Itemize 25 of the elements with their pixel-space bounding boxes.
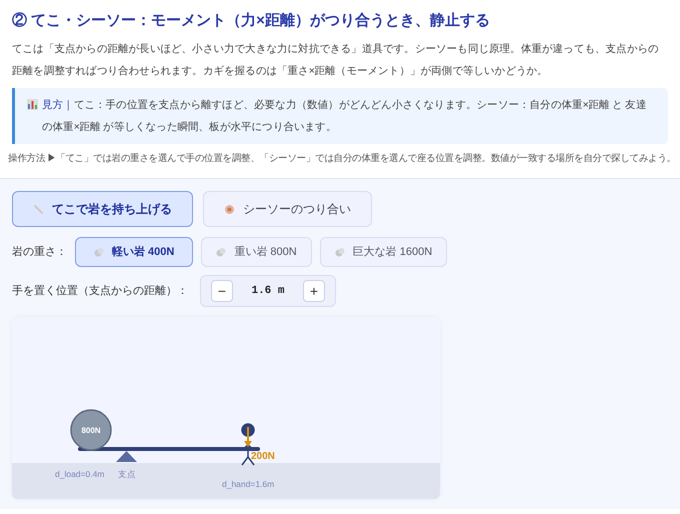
rock-icon (94, 247, 104, 257)
hand-position-label: 手を置く位置（支点からの距離）： (12, 284, 188, 299)
section-title: ② てこ・シーソー：モーメント（力×距離）がつり合うとき、静止する (12, 11, 491, 31)
rock-icon (334, 247, 345, 257)
distance-value: 1.6 m (250, 284, 286, 299)
rock-icon (216, 247, 226, 257)
hand-distance-label: d_hand=1.6m (222, 479, 274, 489)
fulcrum-label: 支点 (118, 469, 136, 479)
instructions-text: 操作方法 ▶「てこ」では岩の重さを選んで手の位置を調整、「シーソー」では自分の体重を選んで座る位置を調整。数値が一致する場所を自分で探してみよう。 (8, 152, 668, 166)
intro-paragraph: てこは「支点からの距離が長いほど、小さい力で大きな力に対抗できる」道具です。シーソーも同じ原理。体重が違っても、支点からの距離を調整すればつり合わせられます。カギを握るのは「重さ×距離（モーメント）」が両側で等しいかどうか。 (12, 42, 660, 79)
bar-chart-icon (27, 99, 38, 110)
rock-weight-label: 岩の重さ： (12, 244, 67, 260)
rock (70, 409, 112, 451)
hint-text: 見方｜てこ：手の位置を支点から離すほど、必要な力（数値）がどんどん小さくなります。シーソー：自分の体重×距離 と 友達の体重×距離 が等しくなった瞬間、板が水平につり合います。 (42, 98, 648, 135)
mode-tab[interactable]: てこで岩を持ち上げる (12, 191, 193, 227)
force-value: 200N (251, 451, 275, 462)
rock-weight-value: 800N (81, 426, 101, 435)
rock-weight-option[interactable]: 軽い岩 400N (75, 237, 194, 267)
rock-weight-option[interactable]: 巨大な岩 1600N (320, 237, 448, 267)
force-arrow (244, 427, 252, 447)
mode-tab[interactable]: シーソーのつり合い (203, 191, 372, 227)
load-distance-label: d_load=0.4m (55, 469, 104, 479)
increase-button[interactable]: + (303, 280, 325, 302)
decrease-button[interactable]: − (211, 280, 233, 302)
rock-weight-option[interactable]: 重い岩 800N (201, 237, 312, 267)
